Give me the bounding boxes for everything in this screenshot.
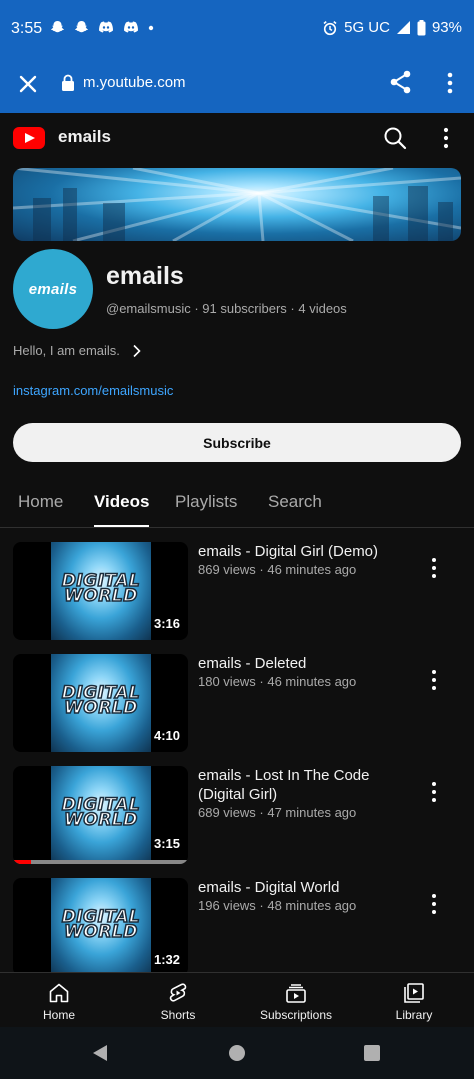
nav-home[interactable]: Home (38, 981, 80, 1022)
video-title[interactable]: emails - Lost In The Code (Digital Girl) (198, 766, 408, 804)
channel-tabs: Home Videos Playlists Search (0, 478, 474, 528)
youtube-header: emails (0, 113, 474, 163)
thumbnail-art-text: DIGITAL WORLD (61, 683, 141, 718)
video-meta: 869 views · 46 minutes ago (198, 562, 357, 577)
video-duration: 3:16 (153, 616, 180, 631)
header-title: emails (58, 127, 111, 146)
tab-search[interactable]: Search (268, 492, 322, 512)
recents-icon[interactable] (364, 1045, 380, 1061)
channel-name: emails (106, 262, 184, 290)
tab-home[interactable]: Home (18, 492, 63, 512)
video-title[interactable]: emails - Digital Girl (Demo) (198, 542, 408, 561)
active-tab-indicator (94, 525, 149, 527)
home-icon (49, 983, 69, 1003)
video-meta: 196 views · 48 minutes ago (198, 898, 357, 913)
discord-icon (124, 21, 138, 33)
about-text: Hello, I am emails. (13, 343, 120, 358)
video-menu-icon[interactable] (424, 668, 444, 692)
shorts-icon (169, 983, 187, 1002)
browser-toolbar: m.youtube.com (0, 58, 474, 113)
video-thumbnail[interactable]: DIGITAL WORLD 4:10 (13, 654, 188, 752)
more-notifications-dot-icon (148, 25, 154, 30)
watch-progress-bar (13, 860, 188, 864)
home-button-icon[interactable] (229, 1045, 245, 1061)
tab-videos[interactable]: Videos (94, 492, 149, 512)
system-navigation-bar (0, 1027, 474, 1079)
search-icon[interactable] (382, 125, 408, 151)
youtube-logo-icon[interactable] (13, 127, 45, 149)
watch-progress-fill (13, 860, 31, 864)
subscribe-button[interactable]: Subscribe (13, 423, 461, 462)
video-item[interactable]: DIGITAL WORLD 3:15 emails - Lost In The … (0, 766, 474, 866)
status-time: 3:55 (11, 20, 43, 37)
video-menu-icon[interactable] (424, 892, 444, 916)
nav-shorts-label: Shorts (160, 1008, 196, 1022)
nav-subscriptions-label: Subscriptions (259, 1008, 333, 1022)
banner-rays-graphic (13, 168, 461, 241)
thumbnail-art-text: DIGITAL WORLD (61, 571, 141, 606)
nav-library-label: Library (395, 1008, 433, 1022)
battery-icon (417, 19, 426, 35)
snapchat-icon (50, 20, 65, 33)
thumbnail-art-text: DIGITAL WORLD (61, 795, 141, 830)
status-bar: 3:55 5G UC 93% (0, 0, 474, 58)
video-menu-icon[interactable] (424, 556, 444, 580)
library-icon (404, 983, 424, 1003)
channel-avatar[interactable]: emails (13, 249, 93, 329)
nav-shorts[interactable]: Shorts (155, 981, 201, 1022)
status-right: 5G UC 93% (322, 19, 462, 36)
avatar-text: emails (28, 280, 78, 298)
channel-banner (13, 168, 461, 241)
back-icon[interactable] (91, 1043, 109, 1063)
alarm-icon (323, 20, 337, 35)
video-menu-icon[interactable] (424, 780, 444, 804)
video-meta: 689 views · 47 minutes ago (198, 805, 357, 820)
video-thumbnail[interactable]: DIGITAL WORLD 1:32 (13, 878, 188, 976)
video-item[interactable]: DIGITAL WORLD 4:10 emails - Deleted 180 … (0, 654, 474, 754)
video-meta: 180 views · 46 minutes ago (198, 674, 357, 689)
nav-library[interactable]: Library (392, 981, 436, 1022)
thumbnail-art-text: DIGITAL WORLD (61, 907, 141, 942)
video-title[interactable]: emails - Deleted (198, 654, 408, 673)
video-duration: 4:10 (153, 728, 180, 743)
channel-meta: @emailsmusic · 91 subscribers · 4 videos (106, 301, 347, 316)
subscriptions-icon (286, 984, 306, 1003)
discord-icon (99, 21, 113, 33)
video-item[interactable]: DIGITAL WORLD 3:16 emails - Digital Girl… (0, 542, 474, 642)
battery-percent: 93% (431, 19, 462, 36)
notification-icons (50, 20, 154, 35)
nav-subscriptions[interactable]: Subscriptions (255, 981, 337, 1022)
url-field[interactable]: m.youtube.com (83, 74, 186, 91)
snapchat-icon (74, 20, 89, 33)
channel-about[interactable]: Hello, I am emails. (13, 343, 144, 358)
nav-home-label: Home (42, 1008, 75, 1022)
video-duration: 3:15 (153, 836, 180, 851)
tab-playlists[interactable]: Playlists (175, 492, 237, 512)
chevron-right-icon (133, 344, 141, 357)
video-duration: 1:32 (153, 952, 180, 967)
browser-menu-icon[interactable] (440, 69, 460, 97)
network-type: 5G UC (344, 19, 390, 36)
bottom-navigation: Home Shorts Subscriptions Library (0, 972, 474, 1027)
video-item[interactable]: DIGITAL WORLD 1:32 emails - Digital Worl… (0, 878, 474, 978)
share-icon[interactable] (388, 69, 414, 95)
signal-icon (396, 21, 410, 34)
channel-link[interactable]: instagram.com/emailsmusic (13, 383, 173, 398)
video-thumbnail[interactable]: DIGITAL WORLD 3:15 (13, 766, 188, 864)
video-title[interactable]: emails - Digital World (198, 878, 408, 897)
more-options-icon[interactable] (436, 125, 456, 151)
lock-icon (62, 74, 74, 91)
video-thumbnail[interactable]: DIGITAL WORLD 3:16 (13, 542, 188, 640)
close-icon[interactable] (15, 71, 41, 97)
